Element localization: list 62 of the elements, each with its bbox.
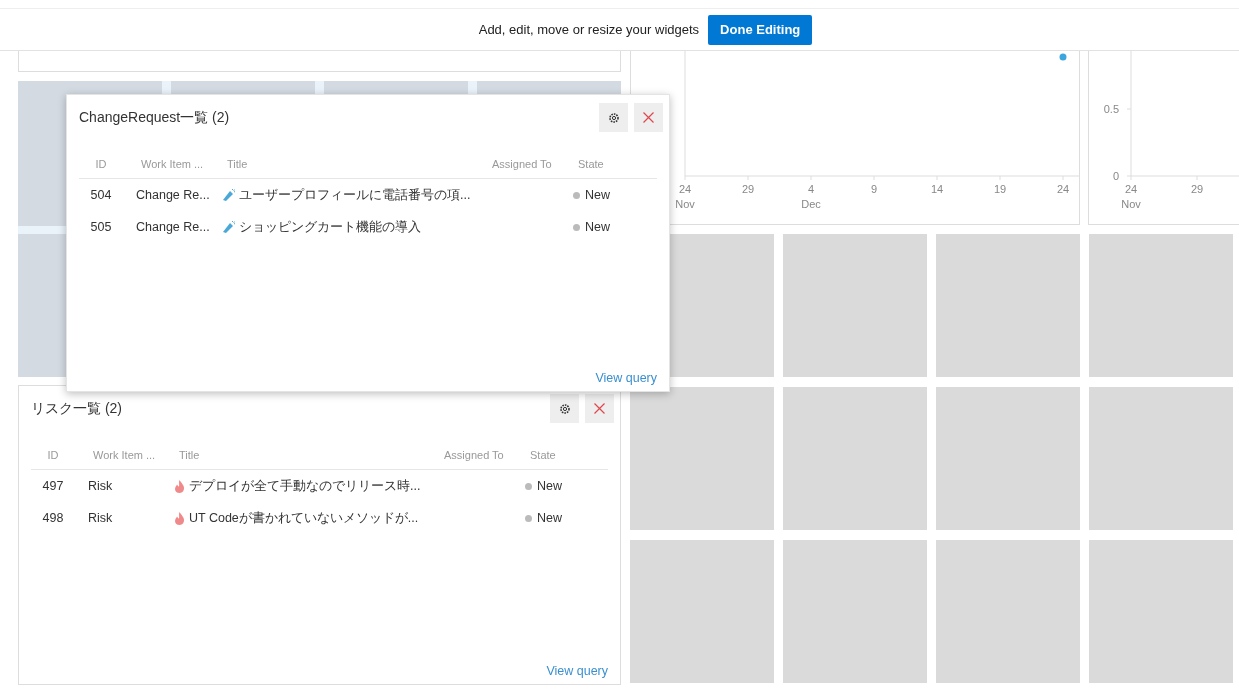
axis-tick-label: 24 <box>1056 183 1070 195</box>
column-header[interactable]: ID <box>31 448 75 461</box>
title-link[interactable]: デプロイが全て手動なのでリリース時... <box>189 477 421 495</box>
title-link[interactable]: ユーザープロフィールに電話番号の項... <box>239 186 471 204</box>
id-cell-text: 504 <box>89 188 113 202</box>
title-link[interactable]: UT Codeが書かれていないメソッドが... <box>189 509 419 527</box>
type-cell-text: Change Re... <box>135 188 211 202</box>
widget-title: リスク一覧 (2) <box>31 399 123 418</box>
megaphone-icon <box>222 188 235 202</box>
settings-button[interactable] <box>550 394 579 423</box>
state-cell: New <box>537 511 562 525</box>
state-dot-icon <box>573 223 580 231</box>
edit-mode-message: Add, edit, move or resize your widgets <box>478 22 700 37</box>
widget-title: ChangeRequest一覧 (2) <box>79 108 231 127</box>
column-header[interactable]: Work Item ... <box>131 157 217 170</box>
title-link[interactable]: ショッピングカート機能の導入 <box>239 218 421 236</box>
type-cell-text: Change Re... <box>135 220 211 234</box>
column-header[interactable]: Assigned To <box>434 448 520 461</box>
axis-tick-label: 14 <box>930 183 944 195</box>
axis-tick-label: 4 <box>807 183 815 195</box>
gear-icon <box>607 111 620 124</box>
column-header[interactable]: State <box>568 157 657 170</box>
view-query-link[interactable]: View query <box>546 664 608 678</box>
column-header[interactable]: Title <box>169 448 434 461</box>
close-button[interactable] <box>585 394 614 423</box>
axis-tick-label: 9 <box>870 183 878 195</box>
state-cell: New <box>585 220 610 234</box>
axis-tick-label: 0 <box>1112 170 1119 182</box>
column-header[interactable]: ID <box>79 157 123 170</box>
state-dot-icon <box>525 482 532 490</box>
axis-tick-label: 29 <box>741 183 755 195</box>
column-header[interactable]: State <box>520 448 608 461</box>
close-button[interactable] <box>634 103 663 132</box>
id-cell-text: 498 <box>41 511 65 525</box>
axis-tick-label: 24 <box>678 183 692 195</box>
state-cell: New <box>585 188 610 202</box>
axis-month-label: Nov <box>1121 198 1141 210</box>
axis-tick-label: 24 <box>1124 183 1138 195</box>
column-header[interactable]: Title <box>217 157 482 170</box>
column-header[interactable]: Work Item ... <box>83 448 169 461</box>
state-dot-icon <box>525 514 532 522</box>
state-cell: New <box>537 479 562 493</box>
done-editing-button[interactable]: Done Editing <box>708 14 813 45</box>
id-cell-text: 497 <box>41 479 65 493</box>
gear-icon <box>558 402 571 415</box>
id-cell-text: 505 <box>89 220 113 234</box>
column-header[interactable]: Assigned To <box>482 157 568 170</box>
megaphone-icon <box>222 220 235 234</box>
axis-month-label: Nov <box>675 198 695 210</box>
close-icon <box>594 403 605 414</box>
axis-tick-label: 0.5 <box>1103 103 1119 115</box>
type-cell-text: Risk <box>87 511 114 525</box>
close-icon <box>643 112 654 123</box>
settings-button[interactable] <box>599 103 628 132</box>
axis-tick-label: 29 <box>1190 183 1204 195</box>
type-cell-text: Risk <box>87 479 114 493</box>
axis-tick-label: 19 <box>993 183 1007 195</box>
axis-month-label: Dec <box>801 198 821 210</box>
state-dot-icon <box>573 191 580 199</box>
view-query-link[interactable]: View query <box>595 371 657 385</box>
flame-icon <box>174 479 185 493</box>
flame-icon <box>174 511 185 525</box>
